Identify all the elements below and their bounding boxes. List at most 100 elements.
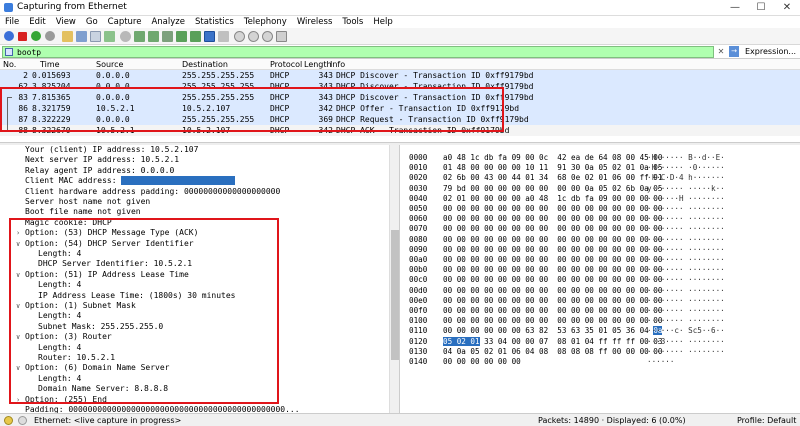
col-protocol[interactable]: Protocol <box>270 60 302 69</box>
find-packet-icon[interactable] <box>120 31 131 42</box>
last-packet-icon[interactable] <box>190 31 201 42</box>
tree-field[interactable]: Your (client) IP address: 10.5.2.107 <box>25 145 198 155</box>
menu-help[interactable]: Help <box>368 16 397 28</box>
tree-field[interactable]: Subnet Mask: 255.255.255.0 <box>38 322 163 332</box>
close-file-icon[interactable] <box>90 31 101 42</box>
details-scrollbar[interactable] <box>389 145 399 413</box>
hex-ascii[interactable]: ·H······ ·0······ <box>647 163 725 173</box>
tree-node[interactable]: Option: (53) DHCP Message Type (ACK) <box>25 228 198 238</box>
restart-capture-icon[interactable] <box>31 31 41 41</box>
hex-ascii[interactable]: ······ <box>647 357 674 367</box>
tree-node[interactable]: Option: (54) DHCP Server Identifier <box>25 239 194 249</box>
apply-filter-arrow-icon[interactable]: → <box>729 46 739 57</box>
bookmark-icon[interactable] <box>5 48 13 56</box>
menu-view[interactable]: View <box>51 16 81 28</box>
col-source[interactable]: Source <box>96 60 123 69</box>
tree-node[interactable]: Option: (255) End <box>25 395 107 405</box>
colorize-icon[interactable] <box>218 31 229 42</box>
autoscroll-icon[interactable] <box>204 31 215 42</box>
hex-ascii[interactable]: ········ ········ <box>647 245 725 255</box>
zoom-in-icon[interactable] <box>234 31 245 42</box>
packet-row[interactable]: 2 0.015693 0.0.0.0 255.255.255.255 DHCP 343 DH… <box>0 70 800 81</box>
hex-ascii[interactable]: ········ ········ <box>647 214 725 224</box>
hex-ascii[interactable]: ·k·C·D·4 h······· <box>647 173 725 183</box>
packet-row[interactable]: 86 8.321759 10.5.2.1 10.5.2.107 DHCP 342 DHCP … <box>0 103 800 114</box>
hex-ascii[interactable]: ········ ········ <box>647 347 725 357</box>
display-filter-input[interactable] <box>17 47 697 57</box>
tree-field[interactable]: Magic cookie: DHCP <box>25 218 112 228</box>
hex-bytes[interactable]: 01 48 00 00 00 00 10 11 91 30 0a 05 02 0… <box>443 163 662 173</box>
details-scrollbar-thumb[interactable] <box>391 230 399 360</box>
hex-bytes[interactable]: 05 02 01 33 04 00 00 07 08 01 04 ff ff f… <box>443 336 662 347</box>
menu-go[interactable]: Go <box>81 16 103 28</box>
tree-node[interactable]: Option: (6) Domain Name Server <box>25 363 170 373</box>
collapsed-chevron-icon[interactable]: › <box>16 396 20 404</box>
hex-bytes[interactable]: 00 00 00 00 00 00 00 00 00 00 00 00 00 0… <box>443 296 662 306</box>
col-time[interactable]: Time <box>40 60 60 69</box>
tree-node[interactable]: Option: (1) Subnet Mask <box>25 301 136 311</box>
hex-bytes[interactable]: 00 00 00 00 00 00 00 00 00 00 00 00 00 0… <box>443 214 662 224</box>
hex-ascii[interactable]: ······c· Sc5··6·· <box>647 326 725 336</box>
tree-field[interactable]: IP Address Lease Time: (1800s) 30 minute… <box>38 291 235 301</box>
hex-bytes[interactable]: a0 48 1c db fa 09 00 0c 42 ea de 64 08 0… <box>443 153 662 163</box>
hex-ascii[interactable]: ········ ········ <box>647 286 725 296</box>
capture-comment-icon[interactable] <box>18 416 27 425</box>
tree-field[interactable]: Boot file name not given <box>25 207 141 217</box>
hex-ascii[interactable]: ········ ········ <box>647 306 725 316</box>
tree-field[interactable]: Server host name not given <box>25 197 150 207</box>
hex-bytes[interactable]: 00 00 00 00 00 00 63 82 53 63 35 01 05 3… <box>443 326 663 336</box>
close-button[interactable]: ✕ <box>774 1 800 15</box>
hex-ascii[interactable]: y······· ·····k·· <box>647 184 725 194</box>
hex-bytes[interactable]: 04 0a 05 02 01 06 04 08 08 08 08 ff 00 0… <box>443 347 662 357</box>
profile-label[interactable]: Profile: Default <box>737 416 796 425</box>
col-length[interactable]: Length <box>304 60 332 69</box>
tree-field[interactable]: Length: 4 <box>38 343 81 353</box>
hex-ascii[interactable]: ········ ········ <box>647 224 725 234</box>
stop-capture-icon[interactable] <box>18 32 27 41</box>
hex-bytes[interactable]: 02 6b 00 43 00 44 01 34 68 0e 02 01 06 0… <box>443 173 662 183</box>
tree-field[interactable]: Router: 10.5.2.1 <box>38 353 115 363</box>
menu-edit[interactable]: Edit <box>24 16 50 28</box>
hex-ascii[interactable]: ········ ········ <box>647 316 725 326</box>
hex-bytes[interactable]: 00 00 00 00 00 00 00 00 00 00 00 00 00 0… <box>443 255 662 265</box>
tree-node[interactable]: Option: (3) Router <box>25 332 112 342</box>
minimize-button[interactable]: — <box>722 1 748 15</box>
hex-ascii[interactable]: ···3···· ········ <box>647 337 725 347</box>
reload-file-icon[interactable] <box>104 31 115 42</box>
hex-ascii[interactable]: ········ ········ <box>647 296 725 306</box>
hex-bytes[interactable]: 00 00 00 00 00 00 00 00 00 00 00 00 00 0… <box>443 306 662 316</box>
capture-options-icon[interactable] <box>45 31 55 41</box>
shark-fin-start-icon[interactable] <box>4 31 14 41</box>
tree-field[interactable]: Length: 4 <box>38 249 81 259</box>
hex-bytes[interactable]: 00 00 00 00 00 00 00 00 00 00 00 00 00 0… <box>443 275 662 285</box>
hex-bytes[interactable]: 00 00 00 00 00 00 00 00 00 00 00 00 00 0… <box>443 204 662 214</box>
col-destination[interactable]: Destination <box>182 60 228 69</box>
go-back-icon[interactable] <box>134 31 145 42</box>
first-packet-icon[interactable] <box>176 31 187 42</box>
tree-field[interactable]: Padding: 0000000000000000000000000000000… <box>25 405 300 413</box>
tree-node[interactable]: Option: (51) IP Address Lease Time <box>25 270 189 280</box>
hex-ascii[interactable]: ·······H ········ <box>647 194 725 204</box>
tree-field[interactable]: Relay agent IP address: 0.0.0.0 <box>25 166 174 176</box>
col-info[interactable]: Info <box>330 60 345 69</box>
hex-bytes[interactable]: 02 01 00 00 00 00 a0 48 1c db fa 09 00 0… <box>443 194 662 204</box>
normal-size-icon[interactable] <box>262 31 273 42</box>
open-file-icon[interactable] <box>62 31 73 42</box>
tree-field[interactable]: Next server IP address: 10.5.2.1 <box>25 155 179 165</box>
packet-row[interactable]: 87 8.322229 0.0.0.0 255.255.255.255 DHCP 369 D… <box>0 114 800 125</box>
menu-telephony[interactable]: Telephony <box>239 16 292 28</box>
save-file-icon[interactable] <box>76 31 87 42</box>
expression-button[interactable]: Expression... <box>743 46 798 58</box>
hex-bytes[interactable]: 00 00 00 00 00 00 00 00 00 00 00 00 00 0… <box>443 286 662 296</box>
hex-bytes[interactable]: 00 00 00 00 00 00 00 00 00 00 00 00 00 0… <box>443 245 662 255</box>
tree-field[interactable]: DHCP Server Identifier: 10.5.2.1 <box>38 259 192 269</box>
menu-analyze[interactable]: Analyze <box>146 16 190 28</box>
expanded-chevron-icon[interactable]: ∨ <box>16 271 20 279</box>
menu-file[interactable]: File <box>0 16 24 28</box>
collapsed-chevron-icon[interactable]: › <box>16 229 20 237</box>
hex-ascii[interactable]: ········ ········ <box>647 275 725 285</box>
hex-ascii[interactable]: ········ ········ <box>647 265 725 275</box>
expert-info-icon[interactable] <box>4 416 13 425</box>
hex-ascii[interactable]: ········ ········ <box>647 255 725 265</box>
tree-field[interactable]: Domain Name Server: 8.8.8.8 <box>38 384 168 394</box>
